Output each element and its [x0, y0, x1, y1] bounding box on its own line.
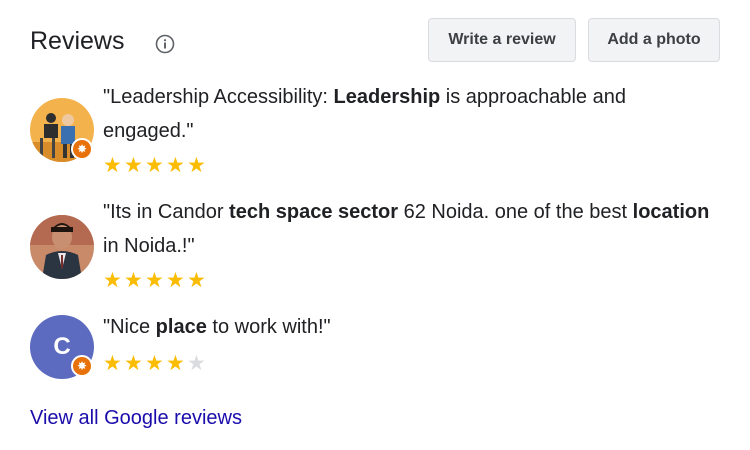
star-icon: ★ [145, 269, 164, 292]
reviews-header: Reviews Write a review Add a photo [30, 18, 720, 64]
star-icon: ★ [124, 154, 143, 177]
star-rating: ★ ★ ★ ★ ★ [103, 269, 208, 292]
review-text: "Nice place to work with!" [103, 316, 331, 338]
reviewer-avatar-container [30, 215, 94, 279]
review-text: "Leadership Accessibility: Leadership is… [103, 86, 626, 142]
star-icon: ★ [166, 269, 185, 292]
reviews-title: Reviews [30, 27, 125, 55]
info-icon[interactable] [155, 34, 175, 54]
star-icon: ★ [145, 352, 164, 375]
review-text: "Its in Candor tech space sector 62 Noid… [103, 201, 710, 257]
local-guide-badge-icon: ✸ [71, 138, 93, 160]
star-icon: ★ [145, 154, 164, 177]
reviewer-avatar[interactable] [30, 215, 94, 279]
write-review-button[interactable]: Write a review [428, 18, 576, 62]
star-icon: ★ [187, 352, 206, 375]
star-icon: ★ [187, 154, 206, 177]
star-icon: ★ [103, 352, 122, 375]
star-icon: ★ [166, 154, 185, 177]
reviewer-avatar-container: C ✸ [30, 315, 94, 379]
star-icon: ★ [124, 352, 143, 375]
star-rating: ★ ★ ★ ★ ★ [103, 352, 208, 375]
star-icon: ★ [103, 269, 122, 292]
add-photo-button[interactable]: Add a photo [588, 18, 720, 62]
local-guide-badge-icon: ✸ [71, 355, 93, 377]
star-icon: ★ [124, 269, 143, 292]
star-icon: ★ [187, 269, 206, 292]
view-all-reviews-link[interactable]: View all Google reviews [30, 407, 242, 430]
reviewer-avatar-container: ✸ [30, 98, 94, 162]
star-icon: ★ [166, 352, 185, 375]
star-icon: ★ [103, 154, 122, 177]
star-rating: ★ ★ ★ ★ ★ [103, 154, 208, 177]
